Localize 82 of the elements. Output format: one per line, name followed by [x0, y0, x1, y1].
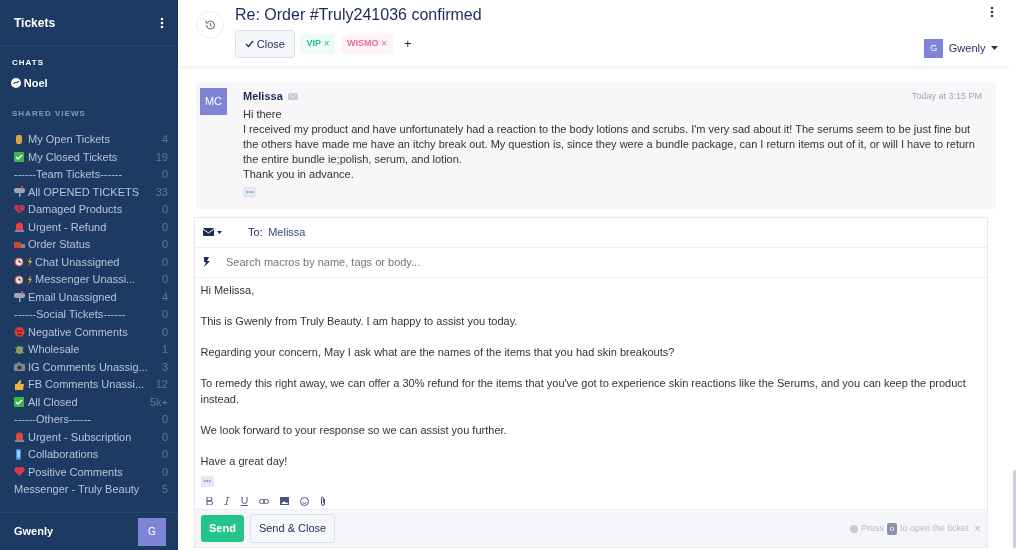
- underline-icon: [241, 496, 248, 506]
- more-icon: [160, 16, 164, 29]
- envelope-icon: [288, 92, 299, 100]
- sidebar-item[interactable]: Positive Comments 0: [0, 463, 178, 481]
- message-text: I received my product and have unfortunately had a reaction to the body lotions and scrubs. I'm very sad about it! The serums seem to be just fine but the others have made me have an itchy break out. My question is, since they were a bundle package, can I return items out of it, or will I have to return the entire bundle ie;polish, serum, and lotion.: [243, 122, 976, 168]
- reply-text: This is Gwenly from Truly Beauty. I am happy to assist you today.: [200, 314, 519, 330]
- lightning-icon: [203, 257, 210, 268]
- section-heading: CHATS: [11, 57, 45, 69]
- siren-icon: [14, 431, 25, 443]
- heart-icon: [14, 466, 25, 478]
- sidebar-item[interactable]: Wholesale 1: [0, 340, 178, 358]
- sender-avatar: MC: [200, 88, 227, 115]
- sidebar-item[interactable]: Urgent - Refund 0: [0, 218, 178, 236]
- sidebar-item[interactable]: Order Status 0: [0, 235, 178, 253]
- history-button[interactable]: [196, 11, 224, 39]
- italic-icon: [224, 497, 230, 506]
- reply-text: Regarding your concern, May I ask what are the names of the items that you had skin breakouts?: [200, 345, 676, 361]
- bug-icon: [14, 343, 25, 355]
- hint-text: Press: [860, 521, 884, 535]
- section-heading: SHARED VIEWS: [11, 107, 87, 120]
- close-ticket-button[interactable]: Close: [235, 29, 295, 58]
- sidebar-item[interactable]: Messenger Unassi... 0: [0, 270, 178, 288]
- sidebar-item[interactable]: Negative Comments 0: [0, 323, 178, 341]
- caret-icon: [217, 230, 222, 234]
- sidebar-item[interactable]: IG Comments Unassig... 3: [0, 358, 178, 376]
- sender-name: Melissa: [243, 89, 283, 104]
- message-text: Hi there: [243, 107, 283, 123]
- mailbox-icon: [14, 186, 25, 198]
- emoji-icon: [300, 496, 309, 506]
- alarm-clock-icon: [14, 273, 32, 285]
- sidebar-item[interactable]: My Open Tickets 4: [0, 130, 178, 148]
- info-icon: [850, 524, 859, 533]
- bold-icon: [206, 497, 213, 506]
- attachment-icon: [320, 496, 326, 507]
- sidebar-item[interactable]: Chat Unassigned 0: [0, 253, 178, 271]
- history-icon: [204, 19, 216, 31]
- sidebar-item[interactable]: ------Team Tickets------ 0: [0, 165, 178, 183]
- reply-text: Have a great day!: [200, 453, 289, 469]
- chat-item[interactable]: Noel: [23, 74, 48, 91]
- sidebar-item[interactable]: FB Comments Unassi... 12: [0, 375, 178, 393]
- to-label: To:: [248, 225, 263, 240]
- sidebar-item[interactable]: ------Others------ 0: [0, 410, 178, 428]
- caret-icon: [991, 46, 998, 51]
- sidebar-item[interactable]: Email Unassigned 4: [0, 288, 178, 306]
- thumbs-up-icon: [14, 378, 25, 390]
- checkmark-icon: [14, 396, 25, 408]
- key-hint: o: [886, 522, 898, 535]
- sidebar-item[interactable]: My Closed Tickets 19: [0, 148, 178, 166]
- macro-search-field[interactable]: Search macros by name, tags or body...: [224, 253, 979, 272]
- reply-text: Hi Melissa,: [200, 283, 256, 299]
- mailbox-icon: [14, 291, 25, 303]
- envelope-icon: [203, 228, 214, 237]
- broken-heart-icon: [14, 203, 25, 215]
- sidebar-item[interactable]: All OPENED TICKETS 33: [0, 183, 178, 201]
- checkmark-icon: [245, 39, 254, 48]
- alarm-clock-icon: [14, 256, 32, 268]
- scrollbar[interactable]: [1012, 470, 1016, 548]
- assignee-dropdown[interactable]: G Gwenly: [924, 38, 998, 58]
- send-and-close-button[interactable]: Send & Close: [249, 514, 336, 543]
- message-time: Today at 3:15 PM: [911, 89, 982, 103]
- link-icon: [259, 498, 269, 504]
- reply-text: To remedy this right away, we can offer a 30% refund for the items that you've got to experience skin reactions like the Serums, and you can keep the product instead.: [200, 376, 967, 407]
- message-text: Thank you in advance.: [243, 167, 355, 183]
- recipient-field[interactable]: Melissa: [268, 224, 306, 241]
- sidebar-item[interactable]: Damaged Products 0: [0, 200, 178, 218]
- sidebar-item[interactable]: Messenger - Truly Beauty 5: [0, 480, 178, 498]
- messenger-icon: [11, 77, 21, 88]
- sidebar-item[interactable]: Collaborations 0: [0, 445, 178, 463]
- sidebar-item[interactable]: All Closed 5k+: [0, 393, 178, 411]
- sidebar-title: Tickets: [14, 14, 56, 32]
- sidebar-item[interactable]: Urgent - Subscription 0: [0, 428, 178, 446]
- user-name: Gwenly: [14, 524, 54, 540]
- reply-text: We look forward to your response so we can assist you further.: [200, 422, 508, 438]
- ticket-title: Re: Order #Truly241036 confirmed: [235, 4, 483, 25]
- siren-icon: [14, 221, 25, 233]
- add-tag-button[interactable]: +: [404, 34, 412, 54]
- angry-face-icon: [14, 326, 25, 338]
- image-icon: [280, 497, 289, 506]
- checkmark-icon: [14, 151, 25, 163]
- camera-icon: [14, 361, 25, 373]
- more-icon: [990, 5, 994, 18]
- sidebar-item[interactable]: ------Social Tickets------ 0: [0, 305, 178, 323]
